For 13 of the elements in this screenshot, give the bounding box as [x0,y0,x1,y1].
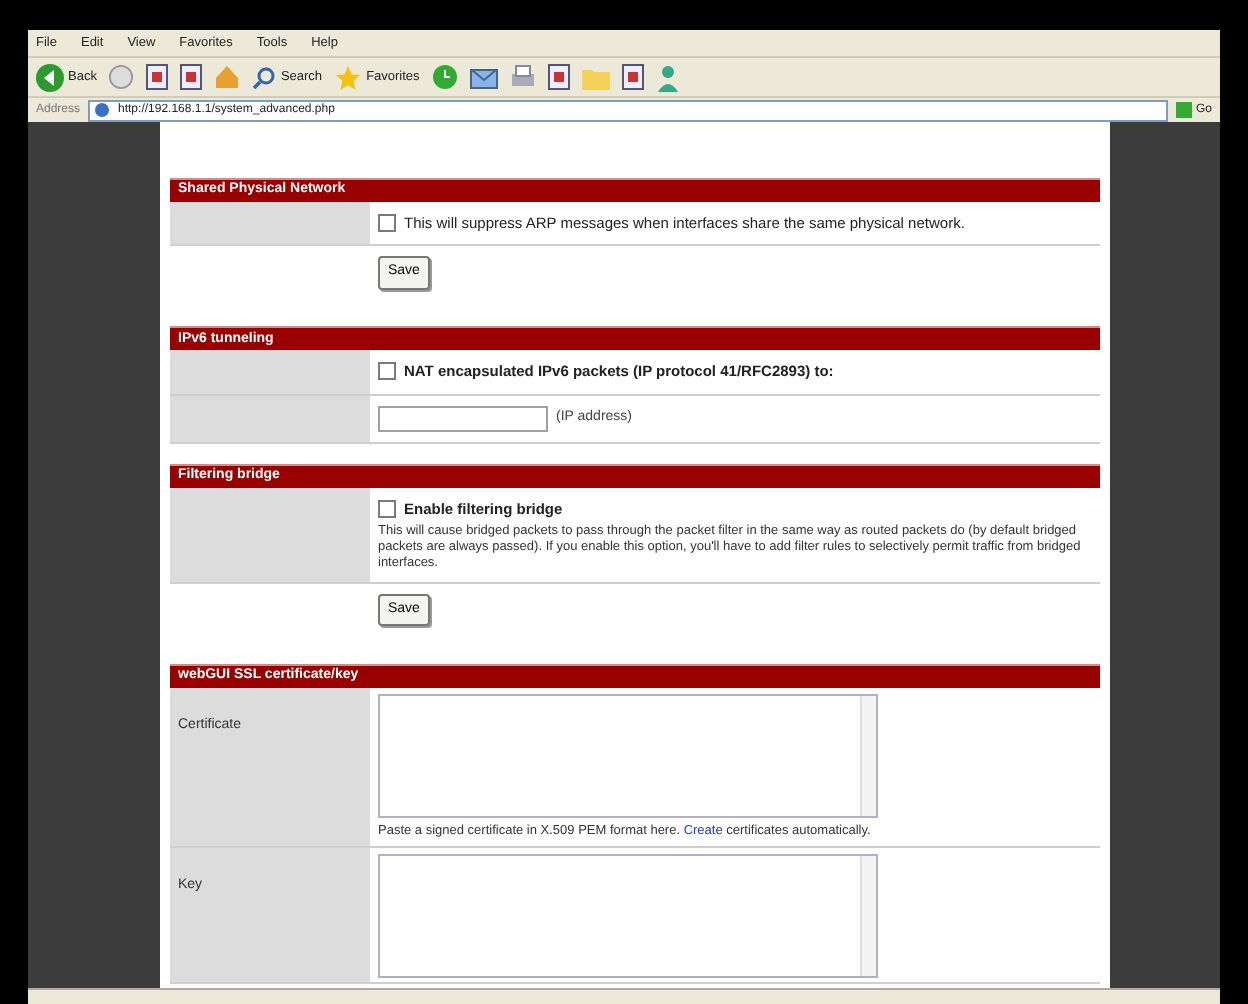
text-area[interactable] [378,853,878,977]
clock-icon[interactable] [431,64,458,90]
search-icon[interactable] [252,65,277,89]
ip-address-field[interactable] [378,405,548,431]
house-icon[interactable] [214,64,241,90]
text-area[interactable] [378,693,878,818]
checkbox[interactable] [378,499,396,518]
checkbox[interactable] [378,214,396,233]
checkbox[interactable] [378,362,396,381]
person-icon[interactable] [655,63,680,91]
star-icon[interactable] [334,63,363,91]
envelope-icon[interactable] [469,65,498,89]
printer-icon[interactable] [509,64,536,90]
